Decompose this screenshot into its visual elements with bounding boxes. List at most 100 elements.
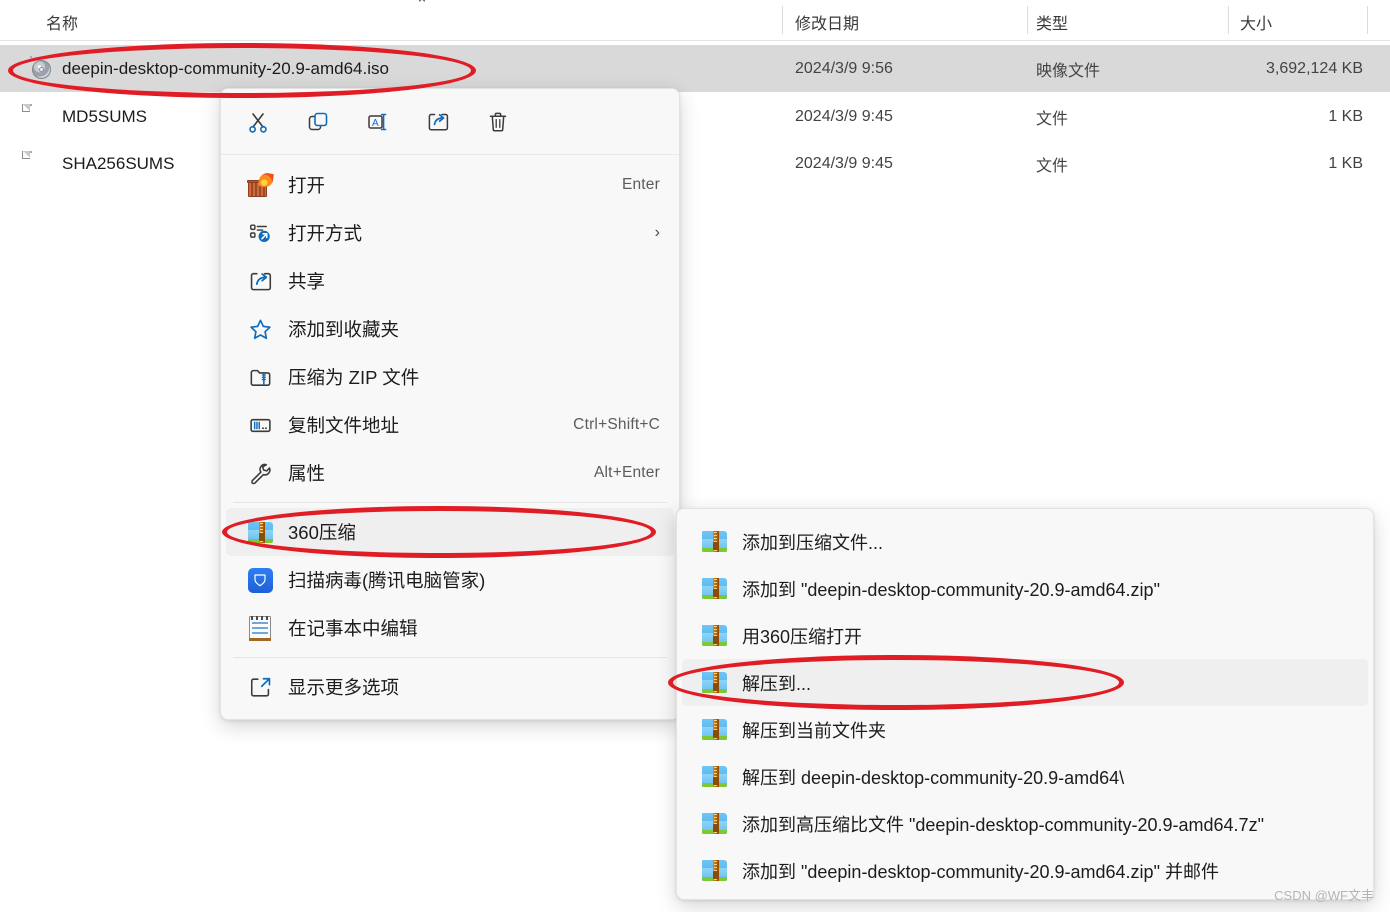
- context-menu: A 打开 Enter 打开方式 › 共享 添加到收藏夹 压缩为 ZIP 文件 复…: [220, 88, 680, 720]
- delete-button[interactable]: [475, 99, 521, 145]
- trash-icon: [486, 110, 510, 134]
- cut-button[interactable]: [235, 99, 281, 145]
- column-divider[interactable]: [1228, 6, 1229, 34]
- menu-separator: [233, 657, 667, 658]
- file-size-label: 1 KB: [1328, 107, 1363, 125]
- copy-path-icon: [246, 411, 274, 439]
- menu-item-label: 打开方式: [288, 223, 363, 244]
- table-row[interactable]: SHA256SUMS 2024/3/9 9:45 文件 1 KB: [0, 140, 1390, 187]
- menu-item-label: 显示更多选项: [288, 677, 400, 698]
- sort-ascending-icon: ⌃: [415, 0, 429, 13]
- file-date-label: 2024/3/9 9:45: [795, 107, 893, 125]
- column-header-date[interactable]: 修改日期: [795, 10, 859, 34]
- menu-item-label: 添加到压缩文件...: [742, 532, 884, 553]
- share-icon: [246, 267, 274, 295]
- menu-item-share[interactable]: 共享: [226, 257, 674, 305]
- menu-item-label: 打开: [288, 175, 326, 196]
- iso-disc-icon: [30, 55, 54, 82]
- menu-item-copy-path[interactable]: 复制文件地址 Ctrl+Shift+C: [226, 401, 674, 449]
- column-divider[interactable]: [1367, 6, 1368, 34]
- column-header-size[interactable]: 大小: [1240, 10, 1272, 34]
- copy-icon: [306, 110, 330, 134]
- zip-folder-icon: [700, 810, 728, 838]
- file-name-label: deepin-desktop-community-20.9-amd64.iso: [62, 58, 389, 78]
- watermark: CSDN @WF文丰: [1274, 888, 1374, 903]
- column-divider[interactable]: [782, 6, 783, 34]
- zip-folder-icon: [700, 857, 728, 885]
- submenu-item-open-with-360[interactable]: 用360压缩打开: [682, 612, 1368, 659]
- zip-folder-icon: [700, 528, 728, 556]
- zip-folder-icon: [700, 716, 728, 744]
- file-type-label: 文件: [1036, 157, 1069, 175]
- document-icon: [22, 103, 54, 130]
- column-header-row: 名称 修改日期 类型 大小 ⌃: [0, 0, 1390, 41]
- zip-folder-icon: [700, 575, 728, 603]
- more-options-icon: [246, 673, 274, 701]
- submenu-360-compress: 添加到压缩文件... 添加到 "deepin-desktop-community…: [676, 508, 1374, 900]
- file-size-label: 1 KB: [1328, 154, 1363, 172]
- burn-disc-icon: [246, 171, 274, 199]
- menu-item-add-to-favorites[interactable]: 添加到收藏夹: [226, 305, 674, 353]
- submenu-item-extract-here[interactable]: 解压到当前文件夹: [682, 706, 1368, 753]
- menu-item-360-compress[interactable]: 360压缩: [226, 508, 674, 556]
- screen: 名称 修改日期 类型 大小 ⌃ deepin-desktop-community…: [0, 0, 1390, 912]
- zip-folder-icon: [700, 622, 728, 650]
- menu-item-label: 用360压缩打开: [742, 626, 863, 647]
- table-row[interactable]: MD5SUMS 2024/3/9 9:45 文件 1 KB: [0, 93, 1390, 140]
- submenu-item-add-to-zip-and-email[interactable]: 添加到 "deepin-desktop-community-20.9-amd64…: [682, 847, 1368, 894]
- file-type-label: 文件: [1036, 110, 1069, 128]
- rename-button[interactable]: A: [355, 99, 401, 145]
- context-menu-group-extensions: 360压缩 扫描病毒(腾讯电脑管家) 在记事本中编辑: [221, 508, 679, 652]
- menu-item-compress-to-zip[interactable]: 压缩为 ZIP 文件: [226, 353, 674, 401]
- menu-item-label: 解压到...: [742, 673, 812, 694]
- context-menu-toolbar: A: [221, 89, 679, 155]
- share-icon: [426, 110, 450, 134]
- menu-item-label: 压缩为 ZIP 文件: [288, 367, 420, 388]
- column-divider[interactable]: [1027, 6, 1028, 34]
- svg-text:A: A: [372, 118, 379, 129]
- file-date-label: 2024/3/9 9:56: [795, 59, 893, 77]
- zip-folder-icon: [700, 763, 728, 791]
- share-button[interactable]: [415, 99, 461, 145]
- menu-item-accelerator: Enter: [621, 176, 660, 193]
- menu-item-label: 添加到 "deepin-desktop-community-20.9-amd64…: [742, 861, 1219, 882]
- menu-item-show-more-options[interactable]: 显示更多选项: [226, 663, 674, 711]
- column-header-type[interactable]: 类型: [1036, 10, 1068, 34]
- column-header-name[interactable]: 名称: [46, 10, 78, 34]
- document-icon: [22, 150, 54, 177]
- menu-item-accelerator: Alt+Enter: [594, 464, 660, 481]
- file-name-label: MD5SUMS: [62, 106, 148, 126]
- menu-item-label: 属性: [288, 463, 326, 484]
- copy-button[interactable]: [295, 99, 341, 145]
- menu-item-label: 在记事本中编辑: [288, 618, 418, 639]
- open-with-icon: [246, 219, 274, 247]
- menu-item-edit-in-notepad[interactable]: 在记事本中编辑: [226, 604, 674, 652]
- shield-icon: [246, 566, 274, 594]
- scissors-icon: [246, 110, 270, 134]
- menu-item-accelerator: Ctrl+Shift+C: [573, 416, 660, 433]
- menu-item-open-with[interactable]: 打开方式 ›: [226, 209, 674, 257]
- menu-item-label: 添加到收藏夹: [288, 319, 400, 340]
- context-menu-group-more: 显示更多选项: [221, 663, 679, 711]
- file-date-label: 2024/3/9 9:45: [795, 154, 893, 172]
- menu-item-label: 360压缩: [288, 522, 356, 543]
- menu-item-label: 添加到高压缩比文件 "deepin-desktop-community-20.9…: [742, 814, 1264, 835]
- chevron-right-icon: ›: [654, 224, 660, 241]
- table-row[interactable]: deepin-desktop-community-20.9-amd64.iso …: [0, 45, 1390, 92]
- file-size-label: 3,692,124 KB: [1266, 59, 1363, 77]
- wrench-icon: [246, 459, 274, 487]
- menu-item-open[interactable]: 打开 Enter: [226, 161, 674, 209]
- submenu-item-add-to-zip[interactable]: 添加到 "deepin-desktop-community-20.9-amd64…: [682, 565, 1368, 612]
- submenu-item-extract-to-folder[interactable]: 解压到 deepin-desktop-community-20.9-amd64\: [682, 753, 1368, 800]
- submenu-item-extract-to[interactable]: 解压到...: [682, 659, 1368, 706]
- submenu-item-add-to-archive[interactable]: 添加到压缩文件...: [682, 518, 1368, 565]
- submenu-item-add-to-7z[interactable]: 添加到高压缩比文件 "deepin-desktop-community-20.9…: [682, 800, 1368, 847]
- menu-item-scan-virus[interactable]: 扫描病毒(腾讯电脑管家): [226, 556, 674, 604]
- zip-folder-icon: [246, 518, 274, 546]
- context-menu-group-primary: 打开 Enter 打开方式 › 共享 添加到收藏夹 压缩为 ZIP 文件 复制文…: [221, 155, 679, 497]
- menu-item-label: 复制文件地址: [288, 415, 400, 436]
- menu-item-label: 解压到 deepin-desktop-community-20.9-amd64\: [742, 767, 1125, 788]
- menu-item-properties[interactable]: 属性 Alt+Enter: [226, 449, 674, 497]
- menu-item-label: 解压到当前文件夹: [742, 720, 886, 741]
- menu-separator: [233, 502, 667, 503]
